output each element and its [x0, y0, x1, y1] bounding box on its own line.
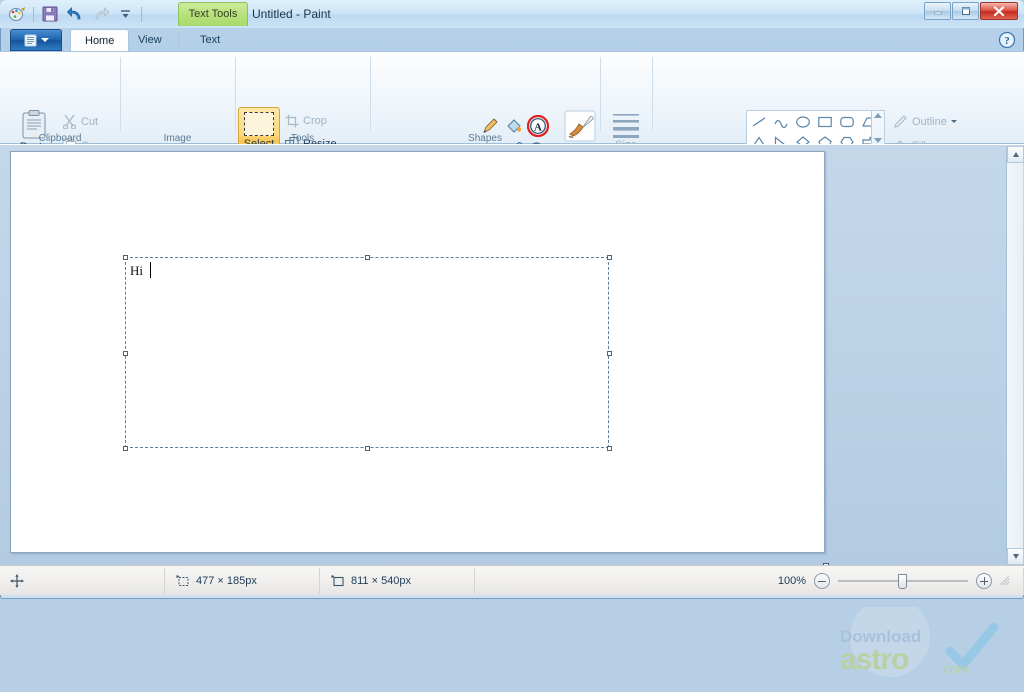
close-button[interactable] — [980, 2, 1018, 20]
size-icon — [611, 112, 641, 138]
customize-qat-icon[interactable] — [114, 4, 136, 25]
tab-separator — [178, 34, 179, 47]
watermark-line3: .com — [940, 661, 968, 676]
image-group-label: Image — [120, 133, 235, 144]
ribbon-group-shapes: Outline Fill Shapes — [370, 52, 600, 145]
window-controls — [924, 2, 1018, 20]
zoom-slider-thumb[interactable] — [898, 574, 907, 589]
maximize-button[interactable] — [952, 2, 979, 20]
watermark-line1: Download — [840, 627, 921, 647]
paint-window: Text Tools Untitled - Paint Home View Te… — [0, 0, 1024, 599]
scroll-up-icon[interactable] — [1007, 146, 1024, 163]
title-bar: Text Tools Untitled - Paint — [0, 0, 1024, 28]
zoom-slider[interactable] — [838, 573, 968, 589]
resize-handle-n[interactable] — [365, 255, 370, 260]
qat-separator-2 — [141, 7, 142, 22]
save-icon[interactable] — [39, 4, 61, 25]
ribbon-group-image: Select Crop Resize Rotate Image — [120, 52, 235, 145]
ribbon: Paste Cut Copy Clipboard Select — [0, 51, 1024, 144]
minimize-button[interactable] — [924, 2, 951, 20]
zoom-in-button[interactable] — [976, 573, 992, 589]
zoom-level-value: 100% — [778, 575, 806, 587]
status-canvas-cell: 811 × 540px — [320, 568, 475, 594]
redo-icon — [89, 4, 111, 25]
text-caret — [150, 262, 151, 278]
svg-text:?: ? — [1004, 35, 1010, 47]
cut-button[interactable]: Cut — [62, 114, 98, 129]
paint-app-icon[interactable] — [6, 4, 28, 25]
selection-size-value: 477 × 185px — [196, 575, 257, 587]
drawing-canvas[interactable]: Hi — [10, 151, 825, 553]
window-title: Untitled - Paint — [252, 5, 331, 23]
canvas-text: Hi — [130, 263, 143, 279]
ribbon-tab-strip: Home View Text ? — [0, 28, 1024, 52]
vertical-scrollbar[interactable] — [1006, 146, 1023, 565]
cut-icon — [62, 114, 77, 129]
ribbon-group-tools: A Brushes Tools — [235, 52, 370, 145]
selection-size-icon — [175, 574, 190, 588]
resize-grip-icon — [1000, 576, 1010, 586]
help-icon[interactable]: ? — [998, 31, 1016, 49]
resize-handle-s[interactable] — [365, 446, 370, 451]
status-selection-cell: 477 × 185px — [165, 568, 320, 594]
contextual-tab-text-tools[interactable]: Text Tools — [178, 2, 248, 26]
tab-view[interactable]: View — [124, 29, 176, 52]
resize-handle-nw[interactable] — [123, 255, 128, 260]
zoom-out-button[interactable] — [814, 573, 830, 589]
clipboard-group-label: Clipboard — [0, 133, 120, 144]
status-cursor-cell — [0, 568, 165, 594]
tools-group-label: Tools — [235, 133, 370, 144]
work-area: Hi Download astro .com — [0, 144, 1024, 565]
quick-access-toolbar — [6, 3, 144, 25]
scroll-down-icon[interactable] — [1007, 548, 1024, 565]
resize-handle-e[interactable] — [607, 351, 612, 356]
resize-handle-ne[interactable] — [607, 255, 612, 260]
ribbon-group-size: Size — [600, 52, 650, 145]
tab-home[interactable]: Home — [70, 29, 129, 52]
text-box-selection[interactable]: Hi — [125, 257, 609, 448]
tab-text[interactable]: Text — [186, 29, 234, 52]
canvas-size-icon — [330, 574, 345, 588]
undo-icon[interactable] — [64, 4, 86, 25]
canvas-size-value: 811 × 540px — [351, 575, 411, 587]
watermark-line2: astro — [840, 643, 908, 677]
watermark-overlay: Download astro .com — [832, 607, 1017, 692]
ribbon-group-colors: Color 1 Color 2 Edit colors Colors — [652, 52, 1024, 145]
ribbon-group-clipboard: Paste Cut Copy Clipboard — [0, 52, 120, 145]
resize-handle-se[interactable] — [607, 446, 612, 451]
cursor-position-icon — [10, 574, 24, 588]
resize-handle-w[interactable] — [123, 351, 128, 356]
file-menu-button[interactable] — [10, 29, 62, 51]
resize-handle-sw[interactable] — [123, 446, 128, 451]
qat-separator — [33, 7, 34, 22]
cut-label: Cut — [81, 116, 98, 128]
shapes-group-label: Shapes — [370, 133, 600, 144]
status-bar: 477 × 185px 811 × 540px 100% — [0, 565, 1024, 595]
zoom-controls: 100% — [778, 566, 1010, 596]
